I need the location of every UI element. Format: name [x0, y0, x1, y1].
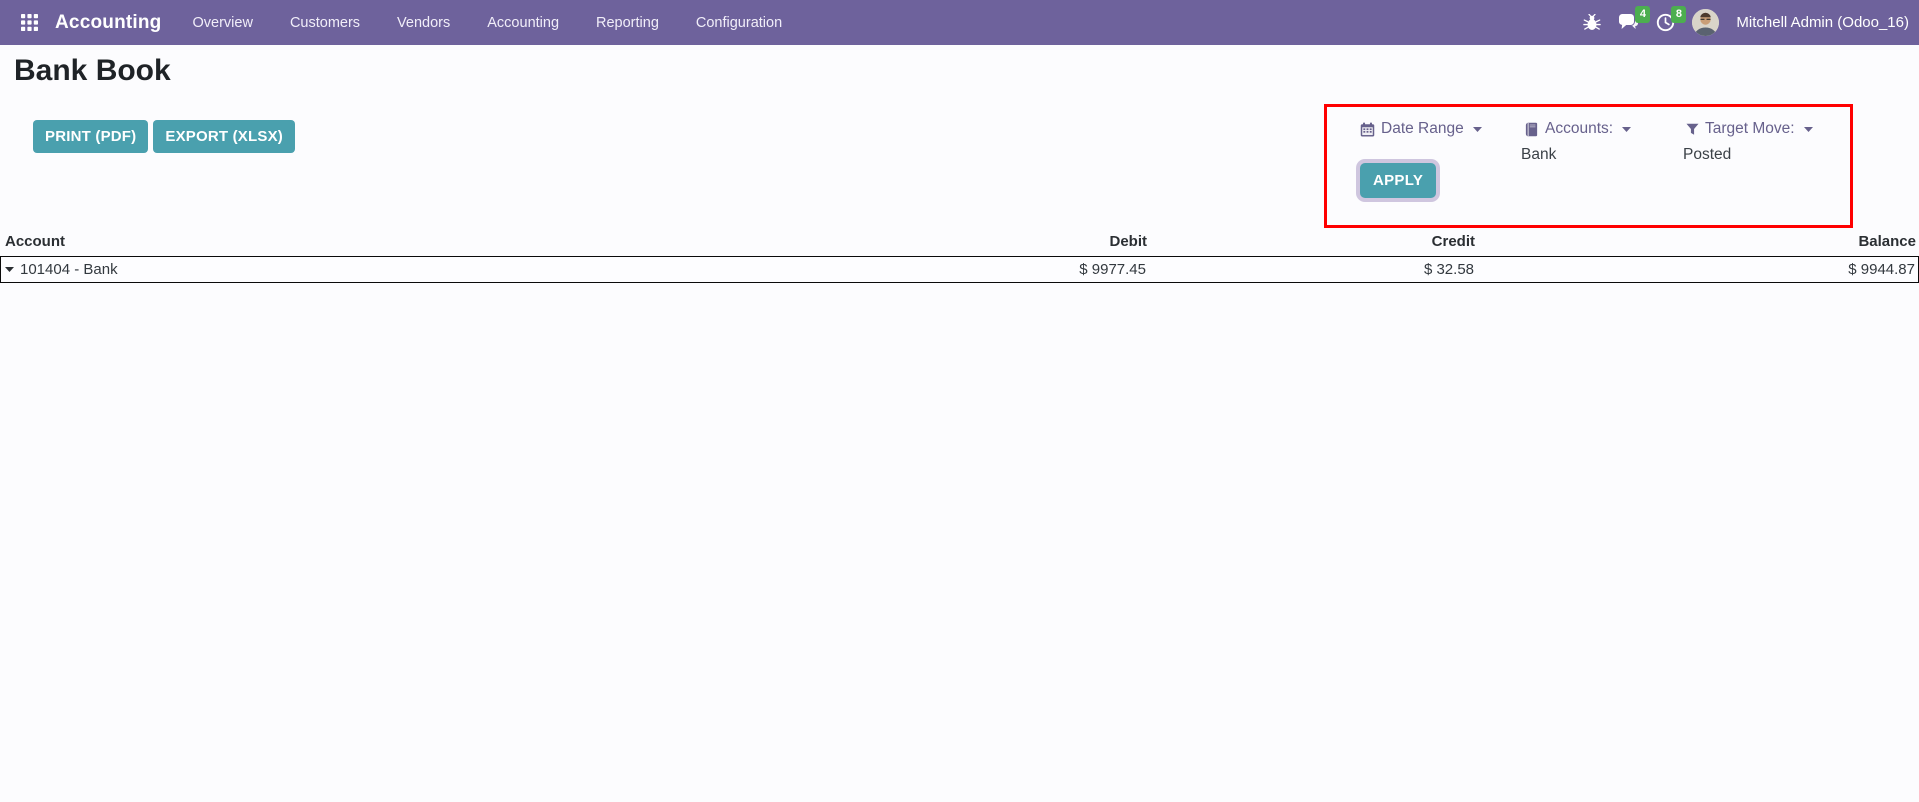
table-header-row: Account Debit Credit Balance	[0, 231, 1919, 251]
caret-down-icon	[1803, 126, 1813, 132]
main-menu: Overview Customers Vendors Accounting Re…	[193, 15, 783, 31]
bug-icon[interactable]	[1583, 13, 1602, 32]
filter-target-move: Target Move: Posted	[1683, 120, 1813, 164]
messages-icon[interactable]: 4	[1618, 6, 1651, 32]
row-debit: $ 9977.45	[1079, 261, 1146, 278]
messages-badge: 4	[1635, 6, 1651, 23]
activities-badge: 8	[1671, 6, 1687, 23]
row-account-name: 101404 - Bank	[20, 261, 118, 278]
target-move-dropdown[interactable]: Target Move:	[1683, 120, 1813, 138]
filter-date-range: Date Range	[1357, 120, 1482, 138]
filter-accounts: Accounts: Bank	[1521, 120, 1632, 164]
table-row-bank-account[interactable]: 101404 - Bank $ 9977.45 $ 32.58 $ 9944.8…	[0, 256, 1919, 283]
nav-item-configuration[interactable]: Configuration	[696, 15, 782, 31]
highlight-box-filters: Date Range Accounts: Bank Target Move: P…	[1324, 104, 1853, 228]
export-xlsx-button[interactable]: EXPORT (XLSX)	[153, 120, 295, 153]
header-balance: Balance	[1858, 232, 1916, 250]
page-title: Bank Book	[14, 54, 171, 87]
print-pdf-button[interactable]: PRINT (PDF)	[33, 120, 149, 153]
date-range-dropdown[interactable]: Date Range	[1357, 120, 1482, 138]
book-icon	[1524, 122, 1539, 137]
funnel-icon	[1686, 123, 1699, 136]
row-balance: $ 9944.87	[1848, 261, 1915, 278]
caret-down-icon	[1472, 126, 1482, 132]
caret-down-icon	[1622, 126, 1632, 132]
report-actions: PRINT (PDF) EXPORT (XLSX)	[33, 120, 295, 153]
accounts-selected-value: Bank	[1521, 146, 1557, 163]
accounts-label: Accounts:	[1545, 120, 1614, 137]
expand-caret-icon[interactable]	[5, 267, 14, 272]
nav-item-reporting[interactable]: Reporting	[596, 15, 659, 31]
top-navbar: Accounting Overview Customers Vendors Ac…	[0, 0, 1919, 45]
current-app-name[interactable]: Accounting	[55, 12, 162, 34]
header-debit: Debit	[1109, 232, 1148, 250]
user-avatar[interactable]	[1692, 9, 1720, 36]
user-menu[interactable]: Mitchell Admin (Odoo_16)	[1736, 14, 1909, 31]
nav-item-customers[interactable]: Customers	[290, 15, 360, 31]
header-credit: Credit	[1431, 232, 1475, 250]
nav-item-accounting[interactable]: Accounting	[487, 15, 559, 31]
nav-item-vendors[interactable]: Vendors	[397, 15, 450, 31]
activities-clock-icon[interactable]: 8	[1656, 6, 1687, 32]
apps-grid-icon[interactable]	[21, 14, 38, 31]
calendar-icon	[1360, 121, 1375, 137]
date-range-label: Date Range	[1381, 120, 1464, 137]
target-move-label: Target Move:	[1705, 120, 1795, 137]
row-credit: $ 32.58	[1423, 261, 1474, 278]
apply-button[interactable]: APPLY	[1360, 163, 1437, 198]
target-move-selected-value: Posted	[1683, 146, 1732, 163]
header-account: Account	[5, 232, 65, 250]
accounts-dropdown[interactable]: Accounts:	[1521, 120, 1632, 138]
bank-book-table: Account Debit Credit Balance 101404 - Ba…	[0, 231, 1919, 283]
nav-item-overview[interactable]: Overview	[193, 15, 253, 31]
